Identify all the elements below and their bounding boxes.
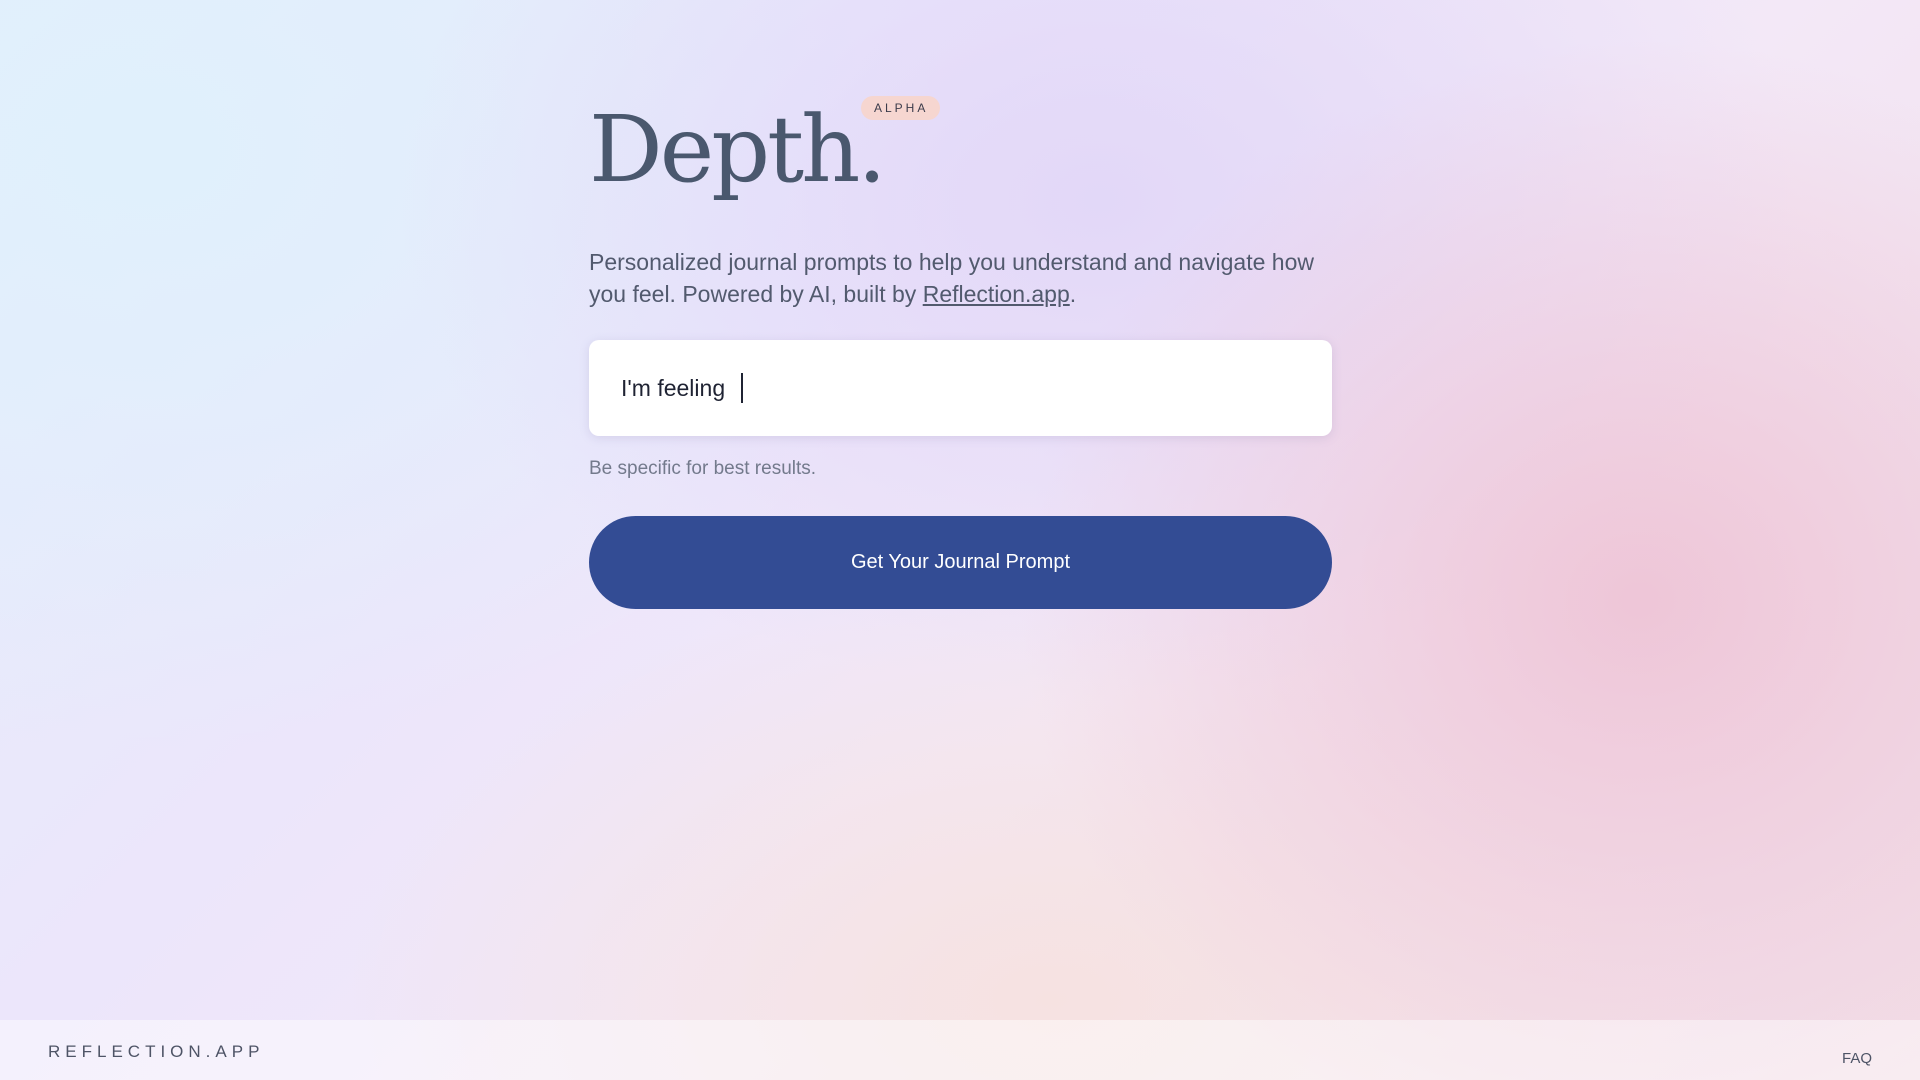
faq-link[interactable]: FAQ [1842,1050,1872,1067]
description-end: . [1069,281,1077,307]
footer: REFLECTION.APP FAQ [0,1020,1920,1080]
title-row: Depth. ALPHA [589,96,1332,216]
feeling-input[interactable] [741,373,1274,403]
feeling-label: I'm feeling [621,374,726,401]
alpha-badge: ALPHA [861,96,941,120]
get-journal-prompt-button[interactable]: Get Your Journal Prompt [589,516,1332,609]
hint-text: Be specific for best results. [589,458,817,479]
footer-brand-link[interactable]: REFLECTION.APP [48,1042,264,1062]
main-content: Depth. ALPHA Personalized journal prompt… [589,96,1332,609]
app-title: Depth. [589,96,887,203]
description: Personalized journal prompts to help you… [589,246,1332,310]
reflection-app-link[interactable]: Reflection.app [923,281,1070,307]
feeling-field[interactable]: I'm feeling [589,340,1332,436]
